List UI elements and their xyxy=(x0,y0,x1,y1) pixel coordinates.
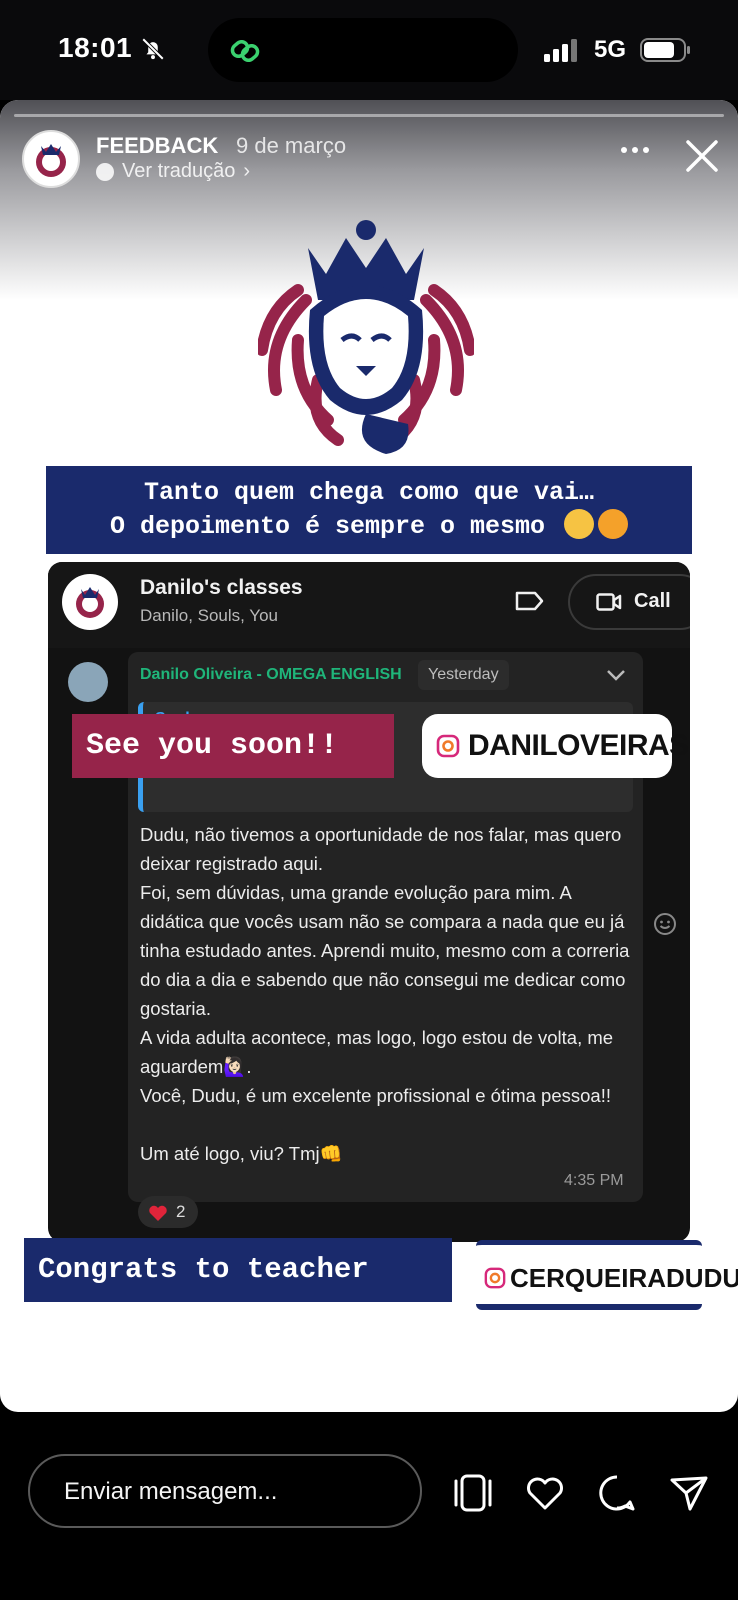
comment-icon[interactable] xyxy=(596,1472,638,1514)
like-icon[interactable] xyxy=(524,1472,566,1514)
lion-avatar-icon xyxy=(76,587,104,618)
heart-eyes-emoji-icon xyxy=(564,509,595,540)
reaction-count: 2 xyxy=(176,1202,186,1221)
bell-slash-icon xyxy=(141,37,165,61)
mention-username-bottom: CERQUEIRADUDU xyxy=(510,1263,738,1293)
story-username[interactable]: FEEDBACK xyxy=(96,133,218,159)
chevron-down-icon xyxy=(607,670,625,681)
status-bar: 18:01 5G xyxy=(0,0,738,100)
link-icon xyxy=(230,39,260,63)
translate-icon xyxy=(96,162,114,181)
congrats-banner: Congrats to teacher xyxy=(24,1238,452,1302)
reels-icon[interactable] xyxy=(452,1472,494,1514)
instagram-icon xyxy=(436,734,460,758)
chat-screenshot: Danilo's classes Danilo, Souls, You Call… xyxy=(48,562,690,1242)
headline-banner: Tanto quem chega como que vai… O depoime… xyxy=(46,466,692,554)
clock: 18:01 xyxy=(58,32,133,63)
story-date: 9 de março xyxy=(236,133,347,158)
label-icon xyxy=(515,591,544,611)
story-reply-bar: Enviar mensagem... xyxy=(0,1412,738,1600)
close-icon[interactable] xyxy=(684,138,720,174)
video-icon xyxy=(596,593,622,611)
more-icon[interactable] xyxy=(620,144,650,156)
call-button: Call xyxy=(568,574,690,630)
translate-label: Ver tradução xyxy=(122,160,236,182)
emoji-icon xyxy=(654,913,676,935)
headline-line-2: O depoimento é sempre o mesmo xyxy=(109,512,546,541)
reaction-badge: 2 xyxy=(138,1196,198,1228)
sender-avatar xyxy=(68,662,108,702)
chat-title: Danilo's classes xyxy=(140,576,303,599)
see-you-sticker: See you soon!! xyxy=(72,714,394,778)
group-avatar xyxy=(62,574,118,630)
headline-line-1: Tanto quem chega como que vai… xyxy=(143,478,595,507)
headline-line-2-row: O depoimento é sempre o mesmo xyxy=(46,509,692,544)
mention-username-top: DANILOVEIRAS xyxy=(468,729,689,762)
call-label: Call xyxy=(634,590,671,612)
send-icon[interactable] xyxy=(668,1472,710,1514)
dynamic-island xyxy=(208,18,518,82)
lion-avatar-icon xyxy=(36,144,66,177)
story-progress-bar xyxy=(14,114,724,117)
network-type: 5G xyxy=(594,36,627,63)
date-chip: Yesterday xyxy=(418,660,509,690)
chat-members: Danilo, Souls, You xyxy=(140,606,278,625)
mention-sticker-top[interactable]: DANILOVEIRAS xyxy=(422,714,689,778)
heart-icon xyxy=(149,1205,167,1221)
message-sender: Danilo Oliveira - OMEGA ENGLISH xyxy=(140,666,402,683)
battery-icon xyxy=(640,38,690,62)
avatar[interactable] xyxy=(22,130,80,188)
instagram-icon xyxy=(484,1267,506,1289)
story-card[interactable]: FEEDBACK 9 de março Ver tradução › Tanto… xyxy=(0,100,738,1412)
translate-link[interactable]: Ver tradução › xyxy=(96,160,250,183)
mention-sticker-bottom[interactable]: CERQUEIRADUDU xyxy=(476,1240,738,1310)
message-text: Dudu, não tivemos a oportunidade de nos … xyxy=(140,824,630,1164)
smiling-hearts-emoji-icon xyxy=(598,509,629,540)
message-input[interactable]: Enviar mensagem... xyxy=(28,1454,422,1528)
chat-header: Danilo's classes Danilo, Souls, You Call xyxy=(48,562,690,648)
message-time: 4:35 PM xyxy=(564,1172,624,1189)
signal-icon xyxy=(544,39,577,62)
message-placeholder: Enviar mensagem... xyxy=(64,1478,278,1505)
chevron-right-icon: › xyxy=(243,160,251,182)
lion-logo xyxy=(258,220,474,454)
